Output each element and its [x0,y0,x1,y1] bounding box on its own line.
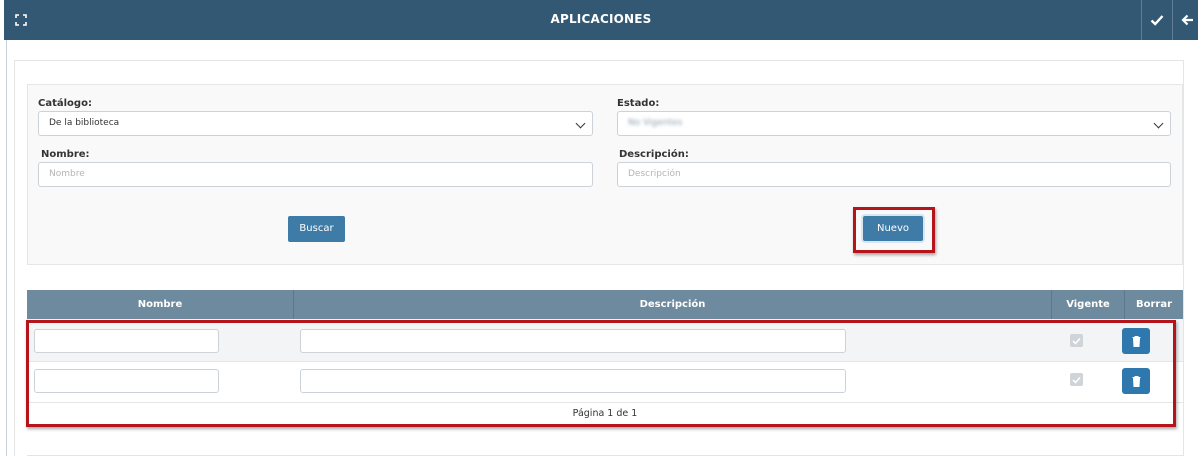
column-header-descripcion[interactable]: Descripción [294,290,1051,319]
catalogo-value: De la biblioteca [49,118,120,128]
grid-header: Nombre Descripción Vigente Borrar [27,290,1183,319]
estado-label: Estado: [617,98,660,109]
descripcion-field[interactable]: Descripción [617,162,1171,187]
catalogo-label: Catálogo: [38,98,92,109]
column-header-borrar: Borrar [1135,299,1173,310]
column-header-vigente[interactable]: Vigente [1052,290,1124,319]
nombre-label: Nombre: [41,149,90,160]
divider [27,455,1183,456]
page-title: APLICACIONES [550,12,652,26]
back-arrow-icon[interactable] [1174,0,1198,40]
chevron-down-icon [1148,112,1170,135]
title-bar: APLICACIONES [4,0,1198,40]
highlight-grid-rows [26,320,1176,427]
estado-select[interactable]: No Vigentes [617,111,1171,136]
chevron-down-icon [570,112,592,135]
estado-value: No Vigentes [628,118,683,128]
column-header-nombre[interactable]: Nombre [27,290,293,319]
nombre-field[interactable]: Nombre [38,162,593,187]
check-icon[interactable] [1142,0,1172,40]
buscar-button[interactable]: Buscar [288,216,345,242]
title-bar-divider [1172,0,1173,40]
descripcion-label: Descripción: [619,149,689,160]
nuevo-button[interactable]: Nuevo [863,216,923,241]
catalogo-select[interactable]: De la biblioteca [38,111,593,136]
